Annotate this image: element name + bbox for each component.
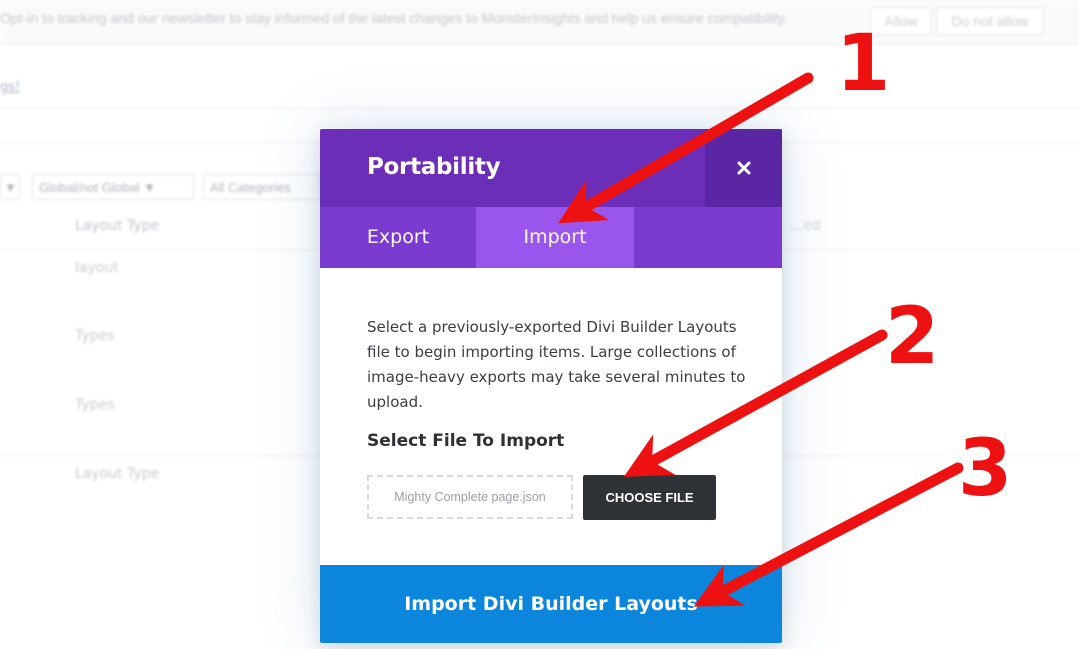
divider [0,108,1079,109]
global-filter-dropdown[interactable]: Global/not Global ▼ [32,174,194,200]
portability-modal: Portability Export Import Select a previ… [320,129,782,643]
annotation-number-1: 1 [836,19,891,109]
notice-text: Opt-in to tracking and our newsletter to… [0,10,788,26]
file-name-field[interactable]: Mighty Complete page.json [367,475,573,519]
import-description: Select a previously-exported Divi Builde… [367,318,746,411]
modal-header: Portability [320,129,782,207]
annotation-number-2: 2 [885,292,940,382]
import-layouts-button[interactable]: Import Divi Builder Layouts [320,565,782,643]
column-header-layout-type: Layout Type [75,218,160,234]
tab-import[interactable]: Import [476,207,634,268]
table-row-text: Types [75,328,115,344]
modal-title: Portability [367,154,501,180]
tab-bar: Export Import [320,207,782,268]
filter-dropdown[interactable]: ▼ [0,174,20,200]
categories-filter-dropdown[interactable]: All Categories [203,174,320,200]
annotation-number-3: 3 [958,424,1013,514]
select-file-label: Select File To Import [367,431,565,451]
close-icon [737,161,750,175]
table-footer-text: Layout Type [75,466,160,482]
close-button[interactable] [705,129,782,207]
do-not-allow-button[interactable]: Do not allow [936,7,1044,35]
table-row-text: Types [75,397,115,413]
column-header-right: ...ed [790,218,821,234]
choose-file-button[interactable]: CHOOSE FILE [583,475,716,520]
tracking-notice: Opt-in to tracking and our newsletter to… [0,0,1079,45]
background-link[interactable]: gs! [0,80,20,95]
tab-export[interactable]: Export [320,207,476,268]
table-row-text: layout [75,260,119,276]
